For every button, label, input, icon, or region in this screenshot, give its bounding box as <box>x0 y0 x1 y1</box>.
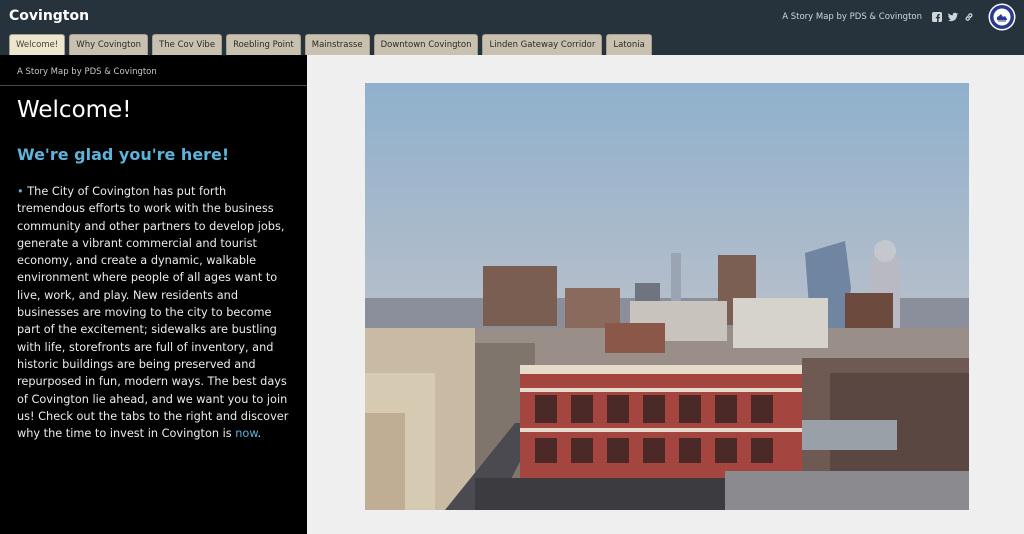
body-period: . <box>257 427 262 441</box>
side-panel[interactable]: A Story Map by PDS & Covington Welcome! … <box>0 55 307 534</box>
tab-why-covington[interactable]: Why Covington <box>69 34 149 55</box>
tab-latonia[interactable]: Latonia <box>606 34 652 55</box>
section-heading: Welcome! <box>17 97 132 123</box>
city-seal-logo[interactable] <box>988 3 1016 31</box>
story-map-link[interactable]: A Story Map by PDS & Covington <box>782 12 922 22</box>
twitter-icon[interactable] <box>948 12 958 22</box>
panel-subtitle: A Story Map by PDS & Covington <box>17 67 157 77</box>
section-subheading: We're glad you're here! <box>17 145 230 164</box>
body-paragraph: The City of Covington has put forth trem… <box>17 185 289 441</box>
tab-the-cov-vibe[interactable]: The Cov Vibe <box>152 34 223 55</box>
tab-downtown-covington[interactable]: Downtown Covington <box>373 34 479 55</box>
share-link-icon[interactable] <box>964 12 974 22</box>
tab-welcome[interactable]: Welcome! <box>9 34 66 55</box>
tab-mainstrasse[interactable]: Mainstrasse <box>304 34 370 55</box>
tab-roebling-point[interactable]: Roebling Point <box>226 34 301 55</box>
app-title: Covington <box>9 8 90 24</box>
now-link[interactable]: now <box>235 427 257 440</box>
top-bar: Covington A Story Map by PDS & Covington… <box>0 0 1024 55</box>
facebook-icon[interactable] <box>932 12 942 22</box>
city-skyline-photo <box>365 83 969 510</box>
header-actions: A Story Map by PDS & Covington <box>782 2 1016 32</box>
body-text: • The City of Covington has put forth tr… <box>17 183 291 442</box>
tab-linden-gateway-corridor[interactable]: Linden Gateway Corridor <box>482 34 603 55</box>
story-tabs: Welcome! Why Covington The Cov Vibe Roeb… <box>9 34 652 55</box>
panel-divider <box>0 85 307 86</box>
bullet-marker: • <box>17 185 24 198</box>
